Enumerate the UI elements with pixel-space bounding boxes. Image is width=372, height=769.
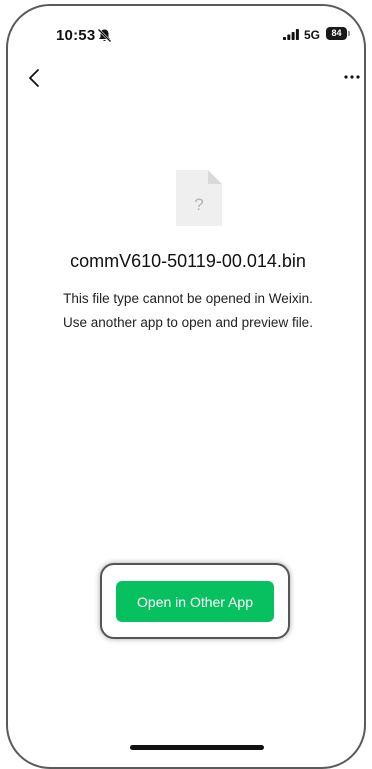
chevron-left-icon[interactable] [24,66,46,90]
file-icon-glyph: ? [194,195,203,214]
phone-screen: 10:53 5G 84 ? commV610-50119-00.014.bin … [6,4,366,769]
more-dots-icon[interactable] [342,69,362,85]
status-time: 10:53 [56,27,96,44]
battery-icon: 84 [326,27,350,40]
open-in-other-app-button[interactable]: Open in Other App [116,581,274,622]
file-name: commV610-50119-00.014.bin [70,251,306,271]
error-message-line-1: This file type cannot be opened in Weixi… [63,291,313,306]
error-message-line-2: Use another app to open and preview file… [63,315,313,330]
bell-muted-icon [97,28,112,43]
unknown-file-icon: ? [176,170,222,226]
battery-tip [348,31,350,36]
signal-icon [283,29,299,40]
network-type: 5G [304,28,321,42]
battery-level: 84 [326,27,347,40]
home-indicator[interactable] [130,745,264,750]
